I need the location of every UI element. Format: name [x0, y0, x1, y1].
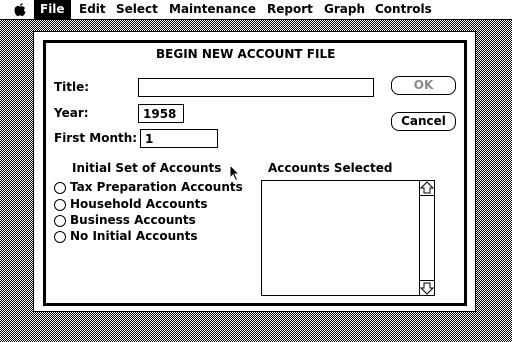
first-month-input[interactable]: 1 [140, 129, 218, 148]
new-account-file-dialog: BEGIN NEW ACCOUNT FILE Title: Year: 1958… [33, 31, 476, 312]
title-input[interactable] [138, 78, 374, 97]
list-scrollbar[interactable] [419, 181, 434, 295]
radio-no-initial[interactable] [54, 231, 66, 243]
menu-bar: File Edit Select Maintenance Report Grap… [0, 0, 512, 20]
accounts-selected-list[interactable] [261, 180, 435, 296]
radio-business-label[interactable]: Business Accounts [70, 213, 196, 227]
year-input[interactable]: 1958 [138, 104, 184, 123]
radio-business[interactable] [54, 215, 66, 227]
scroll-up-arrow-icon[interactable] [420, 181, 434, 195]
first-month-label: First Month: [54, 131, 138, 145]
menu-graph[interactable]: Graph [324, 0, 365, 19]
title-label: Title: [54, 80, 90, 94]
radio-household-label[interactable]: Household Accounts [70, 197, 208, 211]
menu-maintenance[interactable]: Maintenance [169, 0, 256, 19]
apple-icon[interactable] [13, 2, 27, 17]
menu-select[interactable]: Select [116, 0, 158, 19]
year-label: Year: [54, 106, 89, 120]
dialog-frame: BEGIN NEW ACCOUNT FILE Title: Year: 1958… [43, 40, 467, 306]
scroll-up-divider [420, 195, 434, 196]
radio-no-initial-label[interactable]: No Initial Accounts [70, 229, 198, 243]
accounts-selected-heading: Accounts Selected [268, 161, 393, 175]
ok-button[interactable]: OK [391, 76, 456, 95]
menu-controls[interactable]: Controls [375, 0, 432, 19]
menu-file[interactable]: File [34, 0, 71, 19]
menu-report[interactable]: Report [267, 0, 313, 19]
dialog-title: BEGIN NEW ACCOUNT FILE [156, 47, 336, 61]
cancel-button[interactable]: Cancel [391, 112, 456, 131]
initial-accounts-heading: Initial Set of Accounts [72, 161, 222, 175]
radio-tax-preparation[interactable] [54, 182, 66, 194]
menu-edit[interactable]: Edit [79, 0, 106, 19]
scroll-down-arrow-icon[interactable] [420, 281, 434, 295]
radio-tax-preparation-label[interactable]: Tax Preparation Accounts [70, 180, 243, 194]
arrow-cursor-icon [229, 164, 241, 182]
radio-household[interactable] [54, 199, 66, 211]
